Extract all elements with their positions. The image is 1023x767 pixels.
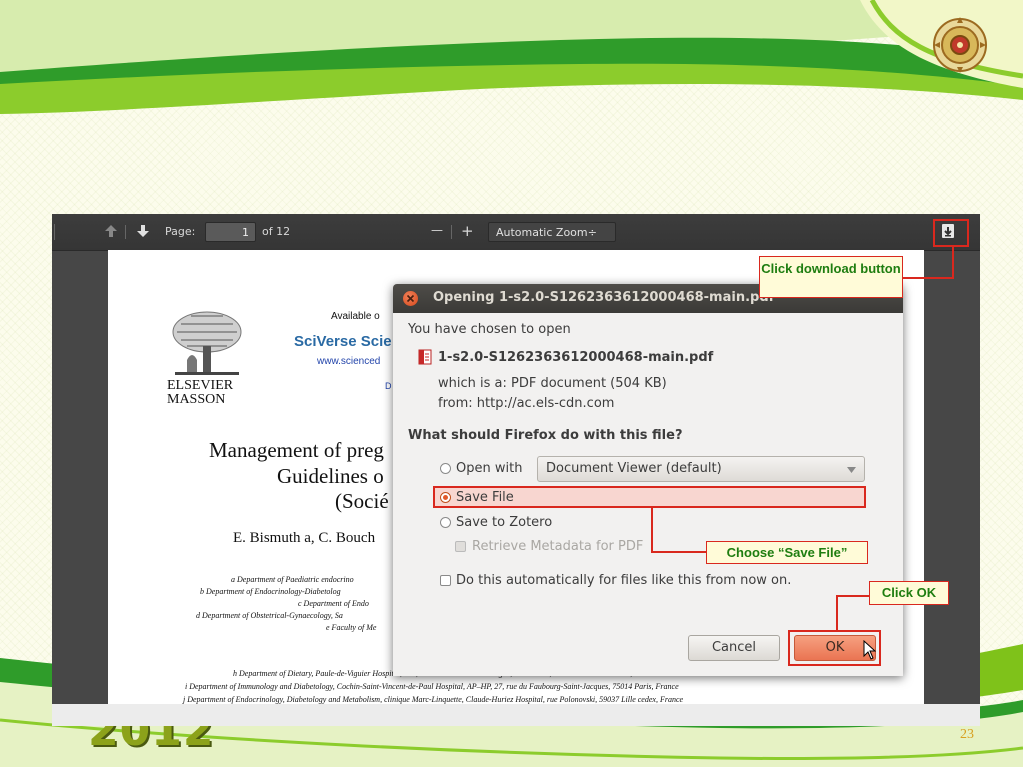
sciverse-logo-text: SciVerse Scie [294,333,392,350]
file-type-text: which is a: PDF document (504 KB) [438,376,667,391]
affiliation-i: i Department of Immunology and Diabetolo… [185,682,679,691]
retrieve-metadata-checkbox [455,541,466,552]
opening-file-dialog: Opening 1-s2.0-S1262363612000468-main.pd… [393,284,903,676]
available-online-text: Available o [331,311,380,322]
file-source-text: from: http://ac.els-cdn.com [438,396,615,411]
toolbar-divider [125,225,126,239]
authors-line: E. Bismuth a, C. Bouch [233,530,376,546]
pdf-toolbar: Page: 1 of 12 — + Automatic Zoom ÷ [52,214,980,251]
save-annotation-line-v [651,508,653,553]
university-seal-logo [932,14,988,76]
zoom-select-arrow: ÷ [587,226,597,239]
save-to-zotero-label: Save to Zotero [456,515,553,530]
pdf-file-icon [418,349,432,365]
masson-name: MASSON [167,392,226,407]
toolbar-divider [451,225,452,239]
save-to-zotero-radio[interactable] [440,517,451,528]
affiliation-e: e Faculty of Me [326,623,377,632]
next-page-button[interactable] [136,224,152,240]
save-annotation-line-h [651,551,707,553]
toolbar-divider [54,224,55,240]
download-annotation-text: Click download button [761,261,901,276]
dialog-question: What should Firefox do with this file? [408,428,683,443]
do-automatically-label: Do this automatically for files like thi… [456,573,792,588]
previous-page-button[interactable] [104,224,120,240]
save-file-annotation-callout: Choose “Save File” [706,541,868,564]
cancel-label: Cancel [711,640,757,655]
ok-annotation-callout: Click OK [869,581,949,605]
affiliation-a: a Department of Paediatric endocrino [231,575,354,584]
save-file-annotation-text: Choose “Save File” [726,545,848,560]
dialog-title: Opening 1-s2.0-S1262363612000468-main.pd… [433,290,775,305]
zoom-select-value: Automatic Zoom [496,226,588,239]
page-number-input[interactable]: 1 [205,222,256,242]
d-fragment: D [385,381,392,391]
download-annotation-callout: Click download button [759,256,903,298]
close-icon [406,294,415,303]
chosen-to-open-text: You have chosen to open [408,322,571,337]
affiliation-j: j Department of Endocrinology, Diabetolo… [183,695,684,704]
elsevier-tree-logo [167,308,247,380]
mouse-pointer-icon [863,640,876,660]
affiliation-c: c Department of Endo [298,599,369,608]
download-highlight-box [933,219,969,247]
chevron-down-icon [847,467,856,473]
page-label: Page: [165,225,196,238]
affiliation-d: d Department of Obstetrical-Gynaecology,… [196,611,343,620]
download-annotation-line-v [952,247,954,278]
do-automatically-checkbox[interactable] [440,575,451,586]
article-title-line1: Management of preg [209,438,384,462]
arrow-down-icon [137,225,149,237]
dialog-close-button[interactable] [403,291,418,306]
article-title-line3: (Socié [335,489,389,513]
page-total: of 12 [262,225,291,238]
open-with-label: Open with [456,461,523,476]
open-with-app-select[interactable]: Document Viewer (default) [537,456,865,482]
save-file-radio[interactable] [440,492,451,503]
zoom-in-button[interactable]: + [461,222,474,240]
ok-label: OK [825,640,845,655]
arrow-up-icon [105,225,117,237]
save-file-label: Save File [456,490,514,505]
retrieve-metadata-label: Retrieve Metadata for PDF [472,539,644,554]
zoom-select[interactable]: Automatic Zoom ÷ [488,222,616,242]
open-with-app-value: Document Viewer (default) [546,461,722,476]
open-with-radio[interactable] [440,463,451,474]
zoom-out-button[interactable]: — [431,223,443,237]
viewer-bottom-strip [52,704,980,726]
affiliation-b: b Department of Endocrinology-Diabetolog [200,587,341,596]
ok-annotation-line-h [836,595,870,597]
top-green-swoosh [0,0,1023,114]
sciencedirect-url: www.scienced [317,356,381,367]
ok-annotation-text: Click OK [881,585,937,600]
file-name: 1-s2.0-S1262363612000468-main.pdf [438,350,714,365]
article-title-line2: Guidelines o [277,464,384,488]
ok-annotation-line-v [836,595,838,631]
slide-page-number: 23 [960,727,974,742]
cancel-button[interactable]: Cancel [688,635,780,661]
download-annotation-line-h [903,277,954,279]
